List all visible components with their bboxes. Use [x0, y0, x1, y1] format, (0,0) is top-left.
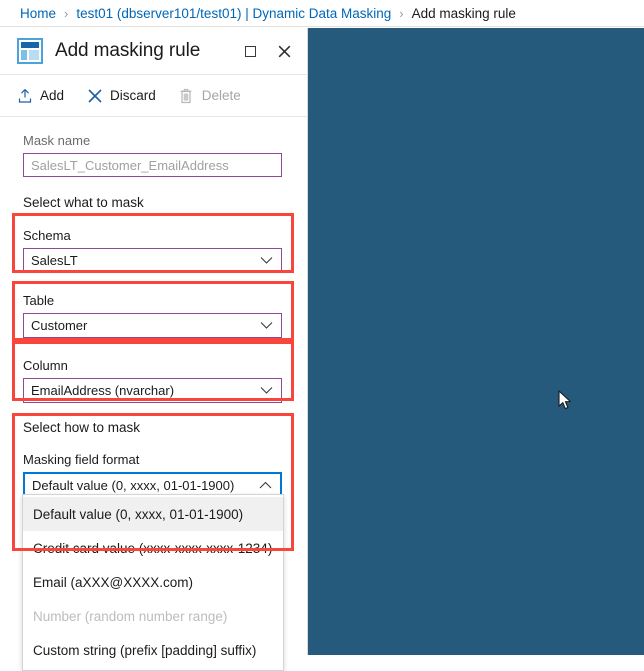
masking-field-format-options[interactable]: Default value (0, xxxx, 01-01-1900) Cred… — [22, 494, 284, 671]
upload-icon — [16, 87, 33, 104]
table-label: Table — [23, 293, 55, 308]
add-button[interactable]: Add — [16, 87, 64, 104]
option-custom-string[interactable]: Custom string (prefix [padding] suffix) — [23, 633, 283, 667]
chevron-down-icon — [260, 387, 273, 394]
schema-value: SalesLT — [31, 253, 78, 268]
breadcrumb-item-database[interactable]: test01 (dbserver101/test01) | Dynamic Da… — [76, 6, 391, 21]
breadcrumb-separator: › — [64, 5, 69, 21]
cross-icon — [86, 87, 103, 104]
schema-label: Schema — [23, 228, 71, 243]
delete-button: Delete — [178, 87, 241, 104]
masking-field-format-label: Masking field format — [23, 452, 140, 467]
command-toolbar: Add Discard Delete — [0, 75, 307, 117]
chevron-down-icon — [260, 257, 273, 264]
add-masking-rule-blade: Add masking rule Add Discard Delete Mask… — [0, 28, 308, 671]
column-value: EmailAddress (nvarchar) — [31, 383, 175, 398]
option-email[interactable]: Email (aXXX@XXXX.com) — [23, 565, 283, 599]
mask-name-input[interactable]: SalesLT_Customer_EmailAddress — [23, 153, 282, 177]
mask-name-value: SalesLT_Customer_EmailAddress — [31, 157, 229, 173]
option-number: Number (random number range) — [33, 608, 228, 624]
column-label: Column — [23, 358, 68, 373]
breadcrumb-item-home[interactable]: Home — [20, 6, 56, 21]
option-credit-card-value[interactable]: Credit card value (xxxx-xxxx-xxxx-1234) — [23, 531, 283, 565]
select-what-to-mask-label: Select what to mask — [23, 195, 144, 210]
add-button-label: Add — [40, 88, 65, 103]
portal-backdrop — [308, 28, 644, 655]
schema-select[interactable]: SalesLT — [23, 248, 282, 273]
mask-name-label: Mask name — [23, 133, 91, 148]
discard-button-label: Discard — [110, 88, 156, 103]
data-masking-rule-icon — [17, 38, 43, 64]
select-how-to-mask-label: Select how to mask — [23, 420, 141, 435]
breadcrumb: Home › test01 (dbserver101/test01) | Dyn… — [0, 0, 644, 27]
close-icon[interactable] — [273, 40, 295, 62]
discard-button[interactable]: Discard — [86, 87, 156, 104]
option-default-value[interactable]: Default value (0, xxxx, 01-01-1900) — [23, 497, 283, 531]
page-title: Add masking rule — [55, 40, 201, 61]
masking-rule-form: Mask name SalesLT_Customer_EmailAddress … — [0, 117, 307, 498]
breadcrumb-item-current: Add masking rule — [411, 5, 516, 21]
chevron-up-icon — [259, 481, 272, 488]
breadcrumb-separator: › — [399, 5, 404, 21]
trash-icon — [178, 87, 195, 104]
table-select[interactable]: Customer — [23, 313, 282, 338]
masking-field-format-value: Default value (0, xxxx, 01-01-1900) — [32, 477, 235, 493]
blade-header: Add masking rule — [0, 28, 307, 75]
column-select[interactable]: EmailAddress (nvarchar) — [23, 378, 282, 403]
chevron-down-icon — [260, 322, 273, 329]
maximize-icon[interactable] — [239, 40, 261, 62]
table-value: Customer — [31, 318, 88, 333]
delete-button-label: Delete — [201, 88, 241, 103]
